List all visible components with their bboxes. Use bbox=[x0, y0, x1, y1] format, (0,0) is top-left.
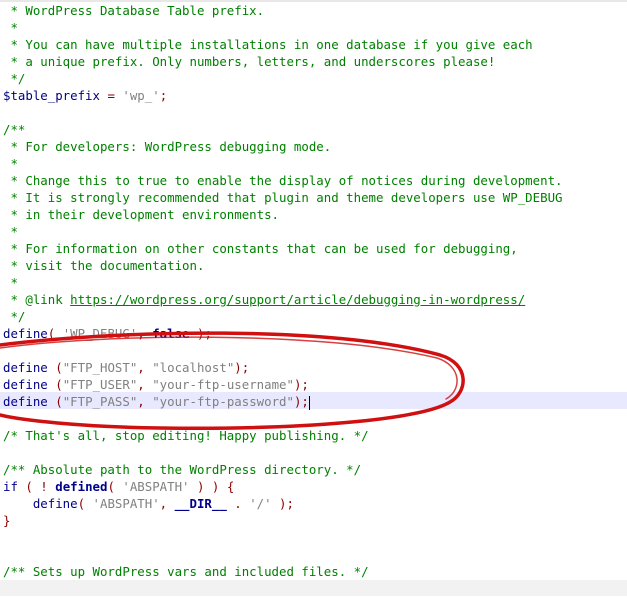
code-line[interactable]: $table_prefix = 'wp_'; bbox=[3, 87, 167, 104]
code-token: * It is strongly recommended that plugin… bbox=[3, 190, 563, 205]
code-token: "your-ftp-password" bbox=[152, 394, 294, 409]
code-token: 'ABSPATH' bbox=[122, 479, 190, 494]
code-token: define bbox=[32, 496, 78, 511]
code-token: * a unique prefix. Only numbers, letters… bbox=[3, 54, 496, 69]
code-line[interactable]: /* That's all, stop editing! Happy publi… bbox=[3, 427, 369, 444]
code-line[interactable]: * For information on other constants tha… bbox=[3, 240, 518, 257]
code-token: $table_prefix bbox=[3, 88, 100, 103]
code-token: ( bbox=[77, 496, 93, 511]
code-line[interactable]: * in their development environments. bbox=[3, 206, 279, 223]
code-token: * Change this to true to enable the disp… bbox=[3, 173, 563, 188]
code-token: ; bbox=[159, 88, 168, 103]
code-token: /** bbox=[3, 122, 26, 137]
code-token: ); bbox=[271, 496, 294, 511]
code-token: . bbox=[226, 496, 250, 511]
code-token: "FTP_PASS" bbox=[62, 394, 138, 409]
code-token: * For information on other constants tha… bbox=[3, 241, 518, 256]
code-token: /* That's all, stop editing! Happy publi… bbox=[3, 428, 369, 443]
code-token: ( ! bbox=[17, 479, 56, 494]
code-line[interactable]: } bbox=[3, 512, 10, 529]
code-token: ( bbox=[47, 326, 63, 341]
code-line[interactable]: * bbox=[3, 19, 18, 36]
code-token: ); bbox=[293, 394, 309, 409]
code-token: "FTP_USER" bbox=[62, 377, 138, 392]
code-line[interactable]: * bbox=[3, 155, 18, 172]
code-line[interactable]: * It is strongly recommended that plugin… bbox=[3, 189, 563, 206]
code-token: * visit the documentation. bbox=[3, 258, 205, 273]
code-token: = bbox=[99, 88, 123, 103]
code-token: ( bbox=[107, 479, 123, 494]
code-token: , bbox=[137, 377, 153, 392]
code-line[interactable]: define( 'ABSPATH', __DIR__ . '/' ); bbox=[3, 495, 294, 512]
code-token: /** Absolute path to the WordPress direc… bbox=[3, 462, 362, 477]
code-token: "FTP_HOST" bbox=[62, 360, 138, 375]
code-token: ); bbox=[234, 360, 250, 375]
code-token: '/' bbox=[249, 496, 272, 511]
code-token: ( bbox=[47, 394, 63, 409]
code-token: , bbox=[137, 360, 153, 375]
code-token: __DIR__ bbox=[174, 496, 227, 511]
code-line[interactable]: */ bbox=[3, 308, 25, 325]
code-token: 'ABSPATH' bbox=[92, 496, 160, 511]
code-token: * bbox=[3, 20, 18, 35]
code-line[interactable]: * For developers: WordPress debugging mo… bbox=[3, 138, 331, 155]
code-line[interactable]: * a unique prefix. Only numbers, letters… bbox=[3, 53, 495, 70]
code-line[interactable]: /** Absolute path to the WordPress direc… bbox=[3, 461, 361, 478]
code-line[interactable]: define ("FTP_USER", "your-ftp-username")… bbox=[3, 376, 309, 393]
code-token: */ bbox=[3, 71, 26, 86]
code-token: * in their development environments. bbox=[3, 207, 280, 222]
code-token: * WordPress Database Table prefix. bbox=[3, 3, 265, 18]
code-token: "your-ftp-username" bbox=[152, 377, 294, 392]
code-token: , bbox=[137, 394, 153, 409]
code-line[interactable]: * WordPress Database Table prefix. bbox=[3, 2, 264, 19]
code-token: ( bbox=[47, 360, 63, 375]
code-token: "localhost" bbox=[152, 360, 235, 375]
code-line[interactable]: if ( ! defined( 'ABSPATH' ) ) { bbox=[3, 478, 234, 495]
text-caret bbox=[308, 395, 310, 410]
code-token: /** Sets up WordPress vars and included … bbox=[3, 564, 369, 579]
code-line[interactable]: /** Sets up WordPress vars and included … bbox=[3, 563, 369, 580]
code-token: * bbox=[3, 224, 18, 239]
code-token: } bbox=[3, 513, 11, 528]
code-token: defined bbox=[55, 479, 108, 494]
code-token: if bbox=[3, 479, 18, 494]
code-line[interactable]: * bbox=[3, 274, 18, 291]
code-line[interactable]: * Change this to true to enable the disp… bbox=[3, 172, 563, 189]
code-token: */ bbox=[3, 309, 26, 324]
code-line[interactable]: * bbox=[3, 223, 18, 240]
code-token: define bbox=[3, 326, 48, 341]
code-token: ); bbox=[189, 326, 212, 341]
code-token: * You can have multiple installations in… bbox=[3, 37, 533, 52]
code-token: define bbox=[3, 360, 48, 375]
code-line[interactable]: * @link https://wordpress.org/support/ar… bbox=[3, 291, 525, 308]
code-token: , bbox=[159, 496, 175, 511]
code-token: , bbox=[137, 326, 153, 341]
code-line[interactable]: * You can have multiple installations in… bbox=[3, 36, 533, 53]
code-line[interactable]: /** bbox=[3, 121, 25, 138]
code-line[interactable]: define( 'WP_DEBUG', false ); bbox=[3, 325, 212, 342]
code-line[interactable]: */ bbox=[3, 70, 25, 87]
code-token: * bbox=[3, 156, 18, 171]
code-token: * bbox=[3, 275, 18, 290]
code-token: ); bbox=[293, 377, 309, 392]
code-line[interactable]: define ("FTP_HOST", "localhost"); bbox=[3, 359, 249, 376]
code-line[interactable]: * visit the documentation. bbox=[3, 257, 204, 274]
code-token: * For developers: WordPress debugging mo… bbox=[3, 139, 332, 154]
code-link[interactable]: https://wordpress.org/support/article/de… bbox=[70, 292, 525, 307]
code-token: false bbox=[152, 326, 190, 341]
code-token: ( bbox=[47, 377, 63, 392]
code-editor[interactable]: * WordPress Database Table prefix. * * Y… bbox=[0, 0, 627, 596]
code-token: 'wp_' bbox=[122, 88, 160, 103]
code-token: define bbox=[3, 394, 48, 409]
code-line[interactable]: define ("FTP_PASS", "your-ftp-password")… bbox=[3, 393, 310, 410]
code-token: ) ) { bbox=[189, 479, 235, 494]
code-token: 'WP_DEBUG' bbox=[62, 326, 138, 341]
code-token: define bbox=[3, 377, 48, 392]
code-token: * @link bbox=[3, 292, 71, 307]
editor-bottom-edge bbox=[0, 580, 627, 596]
